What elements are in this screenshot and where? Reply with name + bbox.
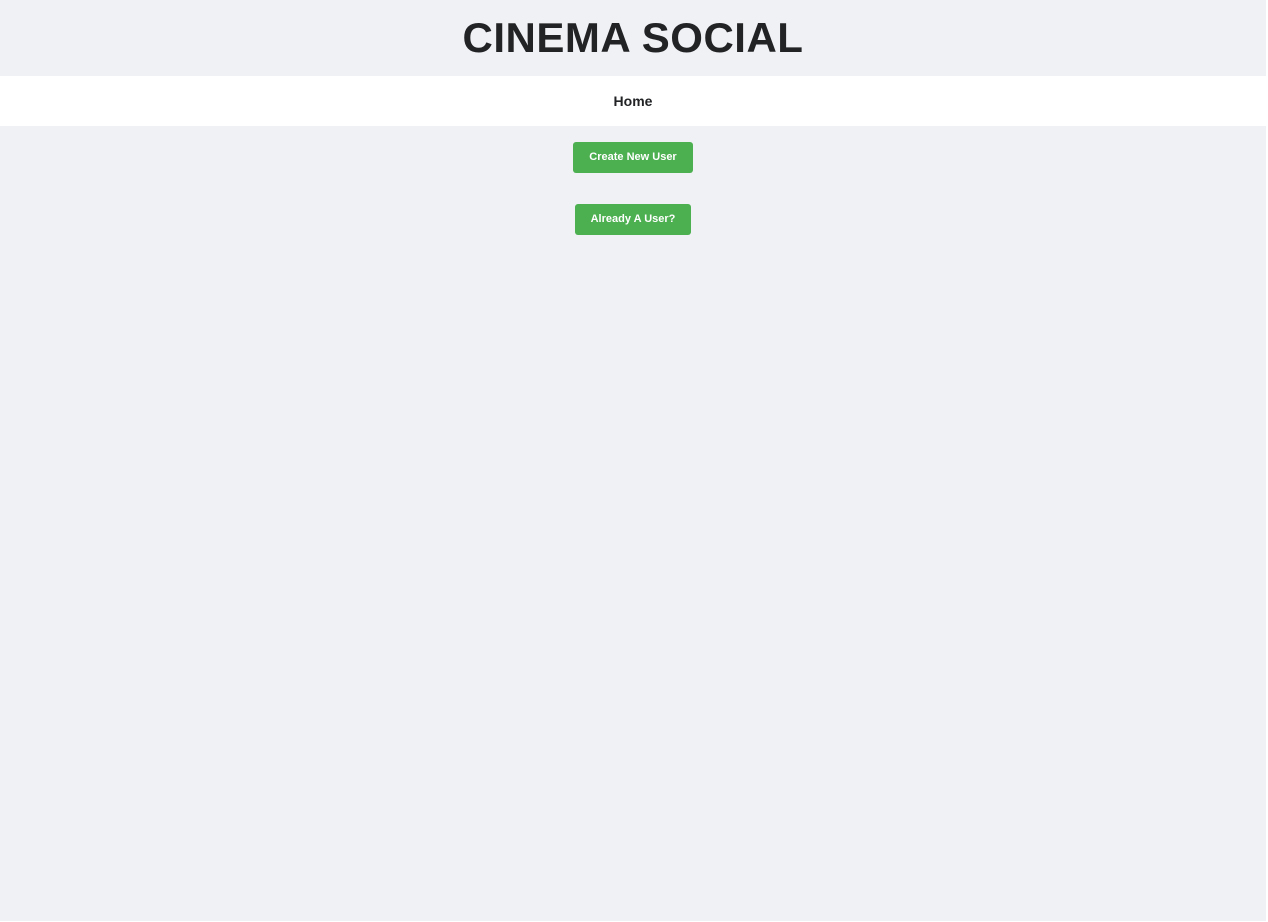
already-a-user-button[interactable]: Already A User?: [574, 204, 692, 235]
nav-bar: Home: [0, 76, 1266, 126]
nav-home-link[interactable]: Home: [614, 93, 653, 109]
page: CINEMA SOCIAL Home Create New User Alrea…: [0, 0, 1266, 921]
site-header: CINEMA SOCIAL: [0, 0, 1266, 76]
create-new-user-button[interactable]: Create New User: [573, 142, 693, 173]
site-title: CINEMA SOCIAL: [462, 14, 804, 61]
main-content: Create New User Already A User?: [0, 126, 1266, 235]
